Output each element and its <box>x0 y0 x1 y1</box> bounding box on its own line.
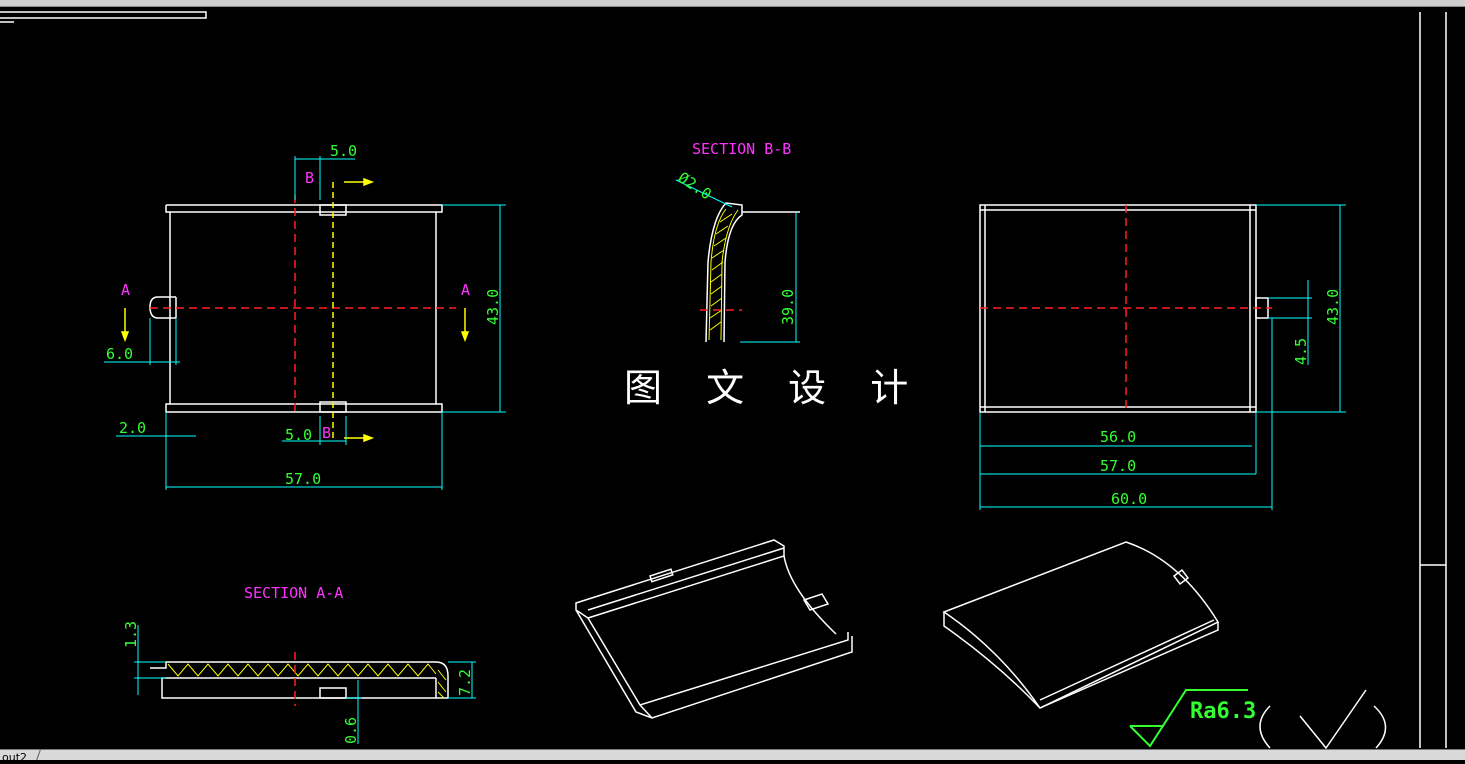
left-view: B B A A 5.0 43.0 6.0 2.0 5.0 57.0 <box>104 142 506 490</box>
layout-tab-bar: out2 <box>0 749 1465 764</box>
section-a-title: SECTION A-A <box>244 584 343 602</box>
right-dim-height: 43.0 <box>1324 289 1342 325</box>
section-a-thickness: 1.3 <box>122 621 140 648</box>
section-a-bottom: 0.6 <box>342 717 360 744</box>
left-dim-top-slot: 5.0 <box>330 142 357 160</box>
section-b-title: SECTION B-B <box>692 140 791 158</box>
roughness-label: Ra6.3 <box>1190 699 1256 724</box>
left-dim-offset: 6.0 <box>106 345 133 363</box>
right-dim-inner: 56.0 <box>1100 428 1136 446</box>
right-dim-overall: 60.0 <box>1111 490 1147 508</box>
left-label-a-right: A <box>461 281 470 299</box>
left-label-b-bottom: B <box>322 424 331 442</box>
iso-tray-view <box>575 539 853 719</box>
tab-separator <box>36 750 49 760</box>
section-b-diameter: Ø2.0 <box>675 168 715 203</box>
watermark-title: 图 文 设 计 <box>624 366 925 410</box>
section-a-height: 7.2 <box>456 669 474 696</box>
section-b-view: SECTION B-B Ø2.0 39.0 <box>675 140 800 343</box>
section-b-height: 39.0 <box>779 289 797 325</box>
left-dim-gap: 2.0 <box>119 419 146 437</box>
section-a-view: SECTION A-A 1.3 7.2 0.6 <box>122 584 476 744</box>
right-view: 43.0 4.5 56.0 57.0 60.0 <box>979 204 1346 510</box>
left-dim-height: 43.0 <box>484 289 502 325</box>
layout-tab[interactable]: out2 <box>0 751 29 764</box>
left-label-b-top: B <box>305 169 314 187</box>
right-dim-mid: 57.0 <box>1100 457 1136 475</box>
left-label-a-left: A <box>121 281 130 299</box>
right-dim-tab: 4.5 <box>1292 338 1310 365</box>
left-dim-width: 57.0 <box>285 470 321 488</box>
left-dim-bottom-slot: 5.0 <box>285 426 312 444</box>
roughness-symbol: Ra6.3 <box>1129 689 1387 750</box>
iso-cover-view <box>942 541 1220 709</box>
